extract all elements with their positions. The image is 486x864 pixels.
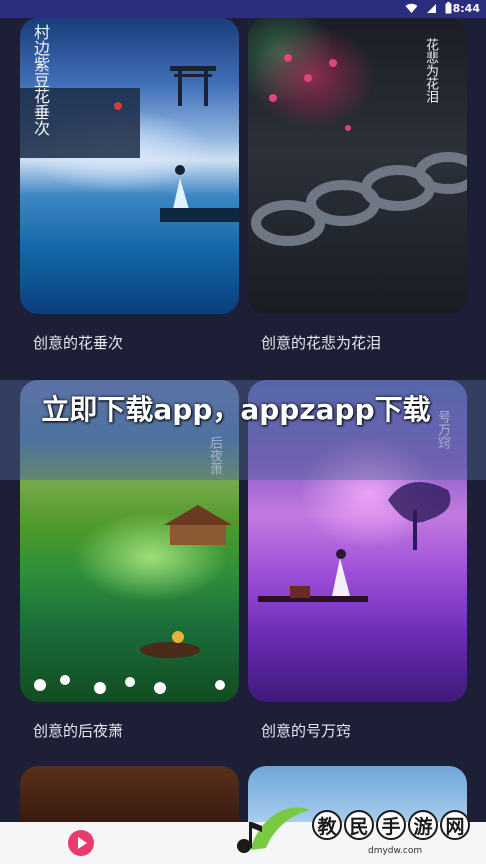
- watermark-url: dmydw.com: [368, 846, 423, 856]
- card-1-caption: 创意的花垂次: [33, 334, 124, 352]
- play-icon[interactable]: [68, 830, 94, 856]
- status-bar: 8:44: [0, 0, 486, 18]
- card-1-poem: 村边紫豆花垂次: [31, 24, 50, 136]
- download-banner-text[interactable]: 立即下载app，appzapp下载: [16, 390, 456, 430]
- status-icons: [405, 2, 452, 14]
- watermark-text: 教 民 手 游 网: [312, 810, 470, 840]
- battery-icon: [445, 2, 452, 14]
- music-note-icon: [237, 807, 310, 853]
- wallpaper-card-2[interactable]: 花悲为花泪: [248, 18, 467, 314]
- wifi-icon: [405, 3, 418, 13]
- card-2-poem: 花悲为花泪: [423, 38, 438, 103]
- signal-icon: [427, 3, 436, 13]
- watermark-char: 游: [408, 810, 438, 840]
- wallpaper-card-1[interactable]: 村边紫豆花垂次: [20, 18, 239, 314]
- watermark-char: 网: [440, 810, 470, 840]
- card-4-caption: 创意的号万窍: [261, 722, 352, 740]
- watermark-logo: 教 民 手 游 网 dmydw.com: [232, 800, 486, 864]
- watermark-char: 教: [312, 810, 342, 840]
- watermark-char: 民: [344, 810, 374, 840]
- card-2-caption: 创意的花悲为花泪: [261, 334, 382, 352]
- torii-gate-art: [20, 66, 239, 222]
- clock: 8:44: [452, 2, 480, 15]
- watermark-char: 手: [376, 810, 406, 840]
- card-3-caption: 创意的后夜萧: [33, 722, 124, 740]
